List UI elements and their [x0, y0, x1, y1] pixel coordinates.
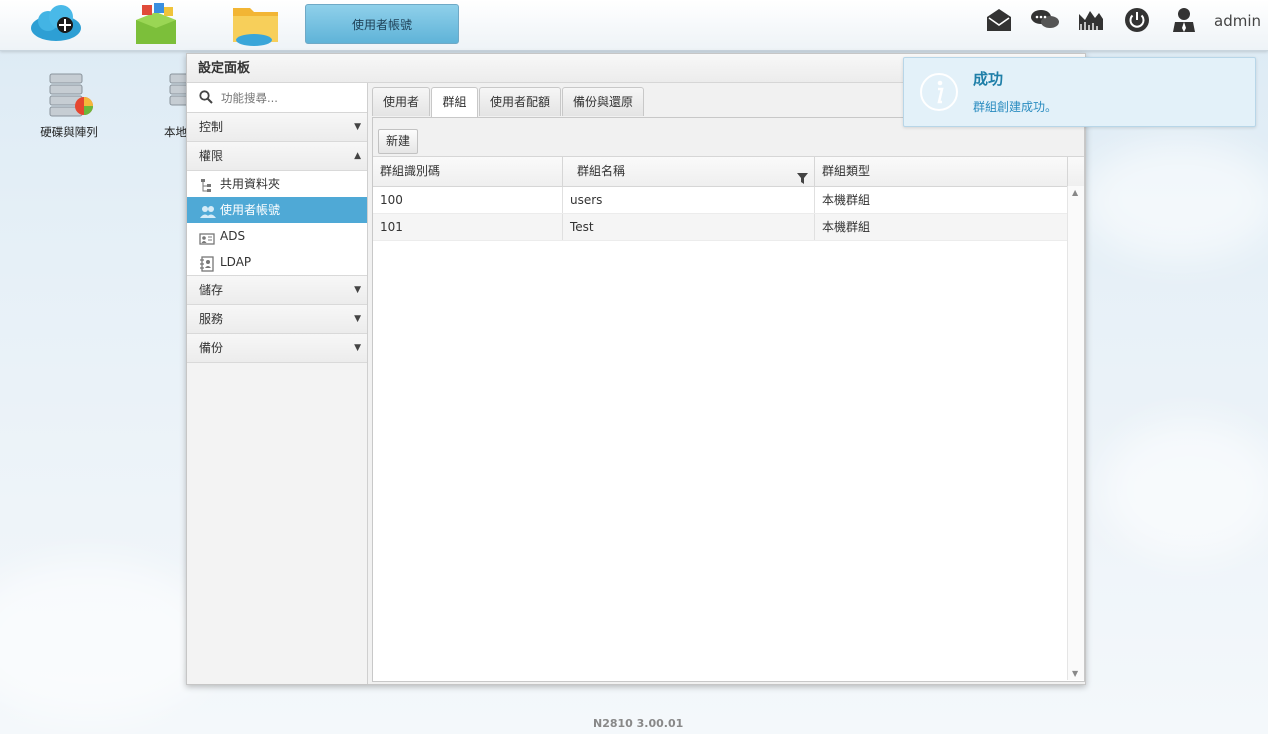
sidebar-item-ads[interactable]: ADS: [187, 223, 367, 249]
cloud-app-icon[interactable]: [28, 2, 84, 46]
user-name-label[interactable]: admin: [1214, 12, 1261, 30]
notification-message: 群組創建成功。: [973, 100, 1058, 114]
cell-group-type: 本機群組: [815, 187, 1068, 213]
sidebar-item-label: 共用資料夾: [220, 177, 281, 191]
top-bar: 使用者帳號 admin: [0, 0, 1268, 51]
sidebar-section-label: 備份: [199, 341, 224, 355]
background-cloud: [1080, 140, 1268, 260]
mail-icon[interactable]: [985, 6, 1013, 34]
table-header: 群組識別碼 群組名稱 群組類型: [373, 157, 1084, 187]
sidebar-section-label: 控制: [199, 120, 224, 134]
tab-groups[interactable]: 群組: [431, 87, 478, 118]
search-input[interactable]: [219, 88, 363, 108]
table-row[interactable]: 100 users 本機群組: [373, 187, 1084, 214]
success-notification[interactable]: 成功 群組創建成功。: [903, 57, 1256, 127]
main-content: 使用者 群組 使用者配額 備份與還原 新建 群組識別碼 群組名稱 群組類型 10…: [372, 87, 1085, 682]
sidebar-section-label: 權限: [199, 149, 224, 163]
firmware-version: N2810 3.00.01: [593, 717, 684, 730]
sidebar-section-services[interactable]: 服務 ▼: [187, 305, 367, 334]
collapse-arrow-icon: ▲: [354, 151, 361, 161]
notification-title: 成功: [973, 70, 1004, 88]
users-icon: [199, 203, 216, 218]
vertical-scrollbar[interactable]: ▲ ▼: [1067, 186, 1084, 680]
info-icon: [919, 72, 959, 115]
cell-group-name: Test: [563, 214, 815, 240]
new-group-button[interactable]: 新建: [378, 129, 419, 154]
system-monitor-icon[interactable]: [1077, 6, 1105, 34]
scroll-up-icon[interactable]: ▲: [1072, 188, 1078, 197]
settings-sidebar: 控制 ▼ 權限 ▲ 共用資料夾 使用者帳號 ADS: [187, 83, 368, 684]
column-header-group-type[interactable]: 群組類型: [815, 157, 1068, 186]
sidebar-section-backup[interactable]: 備份 ▼: [187, 334, 367, 363]
settings-panel: 設定面板 控制 ▼ 權限 ▲ 共用資料夾 使用者帳號: [186, 53, 1086, 685]
background-cloud: [1100, 420, 1268, 560]
feature-search: [187, 83, 367, 113]
disk-array-icon: [44, 72, 94, 118]
table-row[interactable]: 101 Test 本機群組: [373, 214, 1084, 241]
expand-arrow-icon: ▼: [354, 343, 361, 353]
desktop-icon-storage[interactable]: 硬碟與陣列: [32, 72, 106, 140]
sidebar-item-ldap[interactable]: LDAP: [187, 249, 367, 276]
user-icon[interactable]: [1170, 6, 1198, 34]
directory-icon: [199, 255, 215, 272]
power-icon[interactable]: [1123, 6, 1151, 34]
file-manager-app-icon[interactable]: [228, 2, 284, 46]
column-header-group-name[interactable]: 群組名稱: [563, 157, 815, 186]
groups-grid: 新建 群組識別碼 群組名稱 群組類型 100 users 本機群組 101 Te…: [372, 117, 1085, 682]
tab-backup-restore[interactable]: 備份與還原: [562, 87, 644, 116]
cell-group-id: 101: [373, 214, 563, 240]
sidebar-section-label: 服務: [199, 312, 224, 326]
expand-arrow-icon: ▼: [354, 314, 361, 324]
scroll-down-icon[interactable]: ▼: [1072, 669, 1078, 678]
package-app-icon[interactable]: [128, 2, 184, 46]
cell-group-type: 本機群組: [815, 214, 1068, 240]
sidebar-item-shared-folders[interactable]: 共用資料夾: [187, 171, 367, 197]
sidebar-item-label: LDAP: [220, 255, 252, 269]
sidebar-section-control[interactable]: 控制 ▼: [187, 113, 367, 142]
chat-icon[interactable]: [1030, 6, 1059, 34]
sidebar-item-label: ADS: [220, 229, 246, 243]
expand-arrow-icon: ▼: [354, 285, 361, 295]
sidebar-section-privilege[interactable]: 權限 ▲: [187, 142, 367, 171]
sidebar-section-label: 儲存: [199, 283, 224, 297]
active-app-tab[interactable]: 使用者帳號: [305, 4, 459, 44]
tab-user-quota[interactable]: 使用者配額: [479, 87, 561, 116]
cell-group-name: users: [563, 187, 815, 213]
sidebar-item-user-accounts[interactable]: 使用者帳號: [187, 197, 367, 223]
folder-tree-icon: [199, 177, 215, 192]
column-header-label: 群組名稱: [577, 164, 626, 178]
id-card-icon: [199, 229, 215, 245]
tab-users[interactable]: 使用者: [372, 87, 430, 116]
cell-group-id: 100: [373, 187, 563, 213]
desktop-icon-label: 硬碟與陣列: [40, 125, 98, 139]
table-body: 100 users 本機群組 101 Test 本機群組: [373, 187, 1084, 241]
sidebar-section-storage[interactable]: 儲存 ▼: [187, 276, 367, 305]
column-header-group-id[interactable]: 群組識別碼: [373, 157, 563, 186]
expand-arrow-icon: ▼: [354, 122, 361, 132]
sidebar-item-label: 使用者帳號: [220, 203, 281, 217]
search-icon: [199, 90, 213, 107]
